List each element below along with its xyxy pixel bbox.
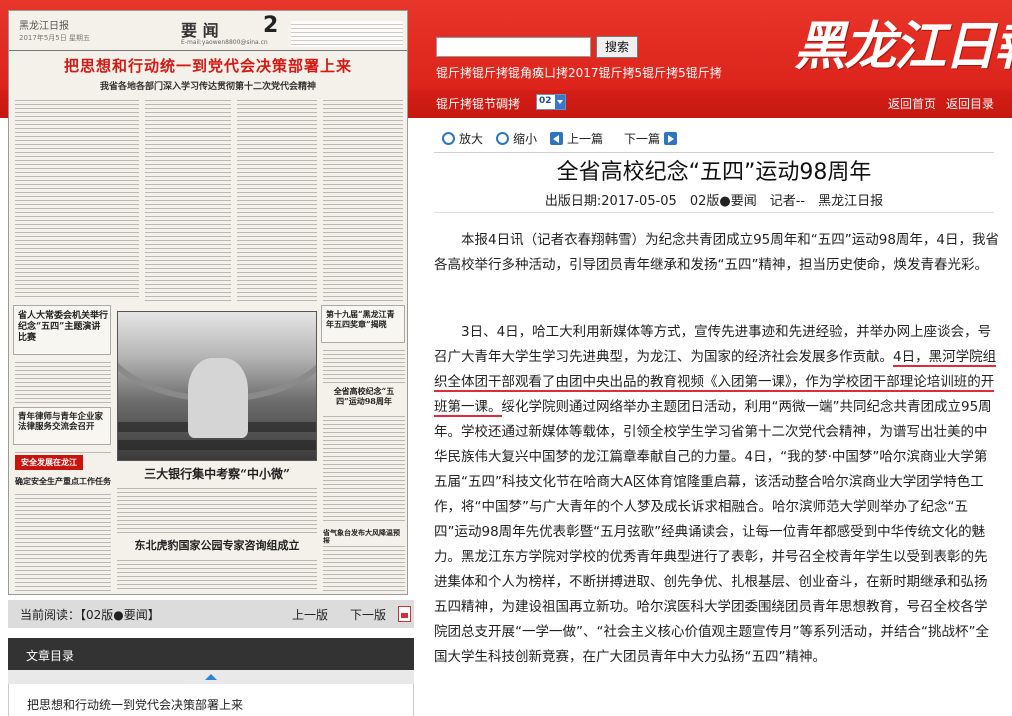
- newspaper-logo: 黑龙江日报: [19, 21, 69, 32]
- toc-heading: 文章目录: [26, 649, 75, 663]
- article-box-title[interactable]: 确定安全生产重点工作任务: [15, 476, 111, 487]
- newspaper-page-image[interactable]: 黑龙江日报 2017年5月5日 星期五 要 闻 E-mail:yaowen880…: [8, 10, 408, 595]
- zoom-in-button[interactable]: 放大: [442, 130, 483, 148]
- newspaper-photo[interactable]: [117, 311, 317, 461]
- masthead-logo[interactable]: 黑龙江日報: [794, 4, 1012, 79]
- home-link[interactable]: 返回首页: [888, 95, 936, 112]
- article-title: 全省高校纪念“五四”运动98周年: [556, 160, 872, 185]
- newspaper-headline[interactable]: 把思想和行动统一到党代会决策部署上来: [9, 55, 407, 76]
- article-box-title: 省人大常委会机关举行纪念“五四”主题演讲比赛: [18, 311, 109, 343]
- article-box-title: 第十九届“黑龙江青年五四奖章”揭晓: [326, 309, 395, 329]
- arrow-left-icon: [550, 132, 563, 145]
- text-column[interactable]: [323, 543, 405, 591]
- page-select[interactable]: 02: [536, 94, 566, 110]
- article-box-title: 青年律师与青年企业家法律服务交流会召开: [18, 412, 104, 433]
- next-page-link[interactable]: 下一版: [350, 606, 386, 623]
- newspaper-subheadline: 我省各地各部门深入学习传达贯彻第十二次党代会精神: [99, 82, 316, 92]
- seedling-row: [118, 440, 316, 450]
- arrow-right-icon: [664, 132, 678, 145]
- text-column[interactable]: [323, 97, 403, 302]
- zoom-out-icon: [496, 132, 509, 145]
- worker-figure: [188, 358, 248, 438]
- search-input[interactable]: [436, 37, 591, 57]
- text-column[interactable]: [15, 97, 139, 297]
- page-select-value: 02: [539, 96, 552, 106]
- article-paragraph: 3日、4日，哈工大利用新媒体等方式，宣传先进事迹和先进经验，并举办网上座谈会，号…: [434, 320, 1000, 670]
- toc-item[interactable]: 把思想和行动统一到党代会决策部署上来: [8, 684, 414, 716]
- prev-article-button[interactable]: 上一篇: [550, 130, 603, 148]
- prev-page-link[interactable]: 上一版: [292, 606, 328, 623]
- article-meta: 出版日期:2017-05-05 02版●要闻 记者-- 黑龙江日报: [544, 194, 884, 209]
- story-title[interactable]: 三大银行集中考察“中小微”: [117, 467, 317, 481]
- article-box[interactable]: 省人大常委会机关举行纪念“五四”主题演讲比赛: [13, 305, 111, 355]
- text-column[interactable]: [15, 491, 111, 591]
- text-column[interactable]: [323, 347, 405, 383]
- text-column[interactable]: [145, 97, 231, 302]
- date-line: 锟斤拷锟斤拷锟角痪ㄩ拷2017锟斤拷5锟斤拷5锟斤拷: [436, 66, 722, 80]
- current-reading-label: 当前阅读：【02版●要闻】: [20, 608, 160, 622]
- zoom-in-icon: [442, 132, 455, 145]
- text-column[interactable]: [323, 413, 405, 523]
- newspaper-page-number: 2: [263, 13, 279, 38]
- newspaper-header: 黑龙江日报 2017年5月5日 星期五 要 闻 E-mail:yaowen880…: [9, 11, 407, 51]
- newspaper-section: 要 闻: [181, 21, 219, 40]
- search-button[interactable]: 搜索: [596, 36, 638, 58]
- article-box[interactable]: 第十九届“黑龙江青年五四奖章”揭晓: [321, 305, 405, 343]
- text-column[interactable]: [15, 359, 111, 403]
- story-title[interactable]: 东北虎豹国家公园专家咨询组成立: [117, 539, 317, 552]
- zoom-out-button[interactable]: 缩小: [496, 130, 537, 148]
- paragraph-text: 绥化学院则通过网络举办主题团日活动，利用“两微一端”共同纪念共青团成立95周年。…: [434, 399, 992, 665]
- newspaper-date: 2017年5月5日 星期五: [19, 34, 90, 42]
- toc-collapse-arrow-icon[interactable]: [8, 670, 414, 684]
- meta-divider: [434, 212, 994, 213]
- zoom-in-label: 放大: [459, 132, 484, 146]
- prev-article-label: 上一篇: [567, 132, 604, 146]
- toc-header: 文章目录: [8, 638, 414, 670]
- toc-item-label[interactable]: 把思想和行动统一到党代会决策部署上来: [27, 696, 243, 713]
- zoom-out-label: 缩小: [513, 132, 538, 146]
- current-reading-bar: 当前阅读：【02版●要闻】 上一版 下一版: [8, 600, 414, 628]
- chevron-down-icon[interactable]: [555, 95, 565, 109]
- pdf-icon[interactable]: [398, 606, 411, 622]
- text-column[interactable]: [15, 449, 111, 453]
- newspaper-meta-block: [291, 21, 403, 47]
- text-column[interactable]: [117, 485, 317, 535]
- page-root: 黑龙江日报 2017年5月5日 星期五 要 闻 E-mail:yaowen880…: [0, 0, 1012, 716]
- text-column[interactable]: [237, 97, 317, 302]
- page-select-label: 锟斤拷锟节碉拷: [436, 97, 521, 111]
- text-column[interactable]: [117, 557, 317, 591]
- section-badge: 安全发展在龙江: [15, 455, 83, 470]
- next-article-label: 下一篇: [624, 132, 661, 146]
- article-box[interactable]: 青年律师与青年企业家法律服务交流会召开: [13, 407, 111, 445]
- toolbar-divider: [434, 152, 994, 153]
- next-article-button[interactable]: 下一篇: [624, 130, 678, 148]
- article-box-title[interactable]: 全省高校纪念“五四”运动98周年: [327, 386, 401, 406]
- newspaper-email: E-mail:yaowen8800@sina.cn: [181, 39, 268, 46]
- back-to-toc-link[interactable]: 返回目录: [946, 95, 994, 112]
- article-paragraph: 本报4日讯（记者衣春翔韩雪）为纪念共青团成立95周年和“五四”运动98周年，4日…: [434, 232, 1000, 273]
